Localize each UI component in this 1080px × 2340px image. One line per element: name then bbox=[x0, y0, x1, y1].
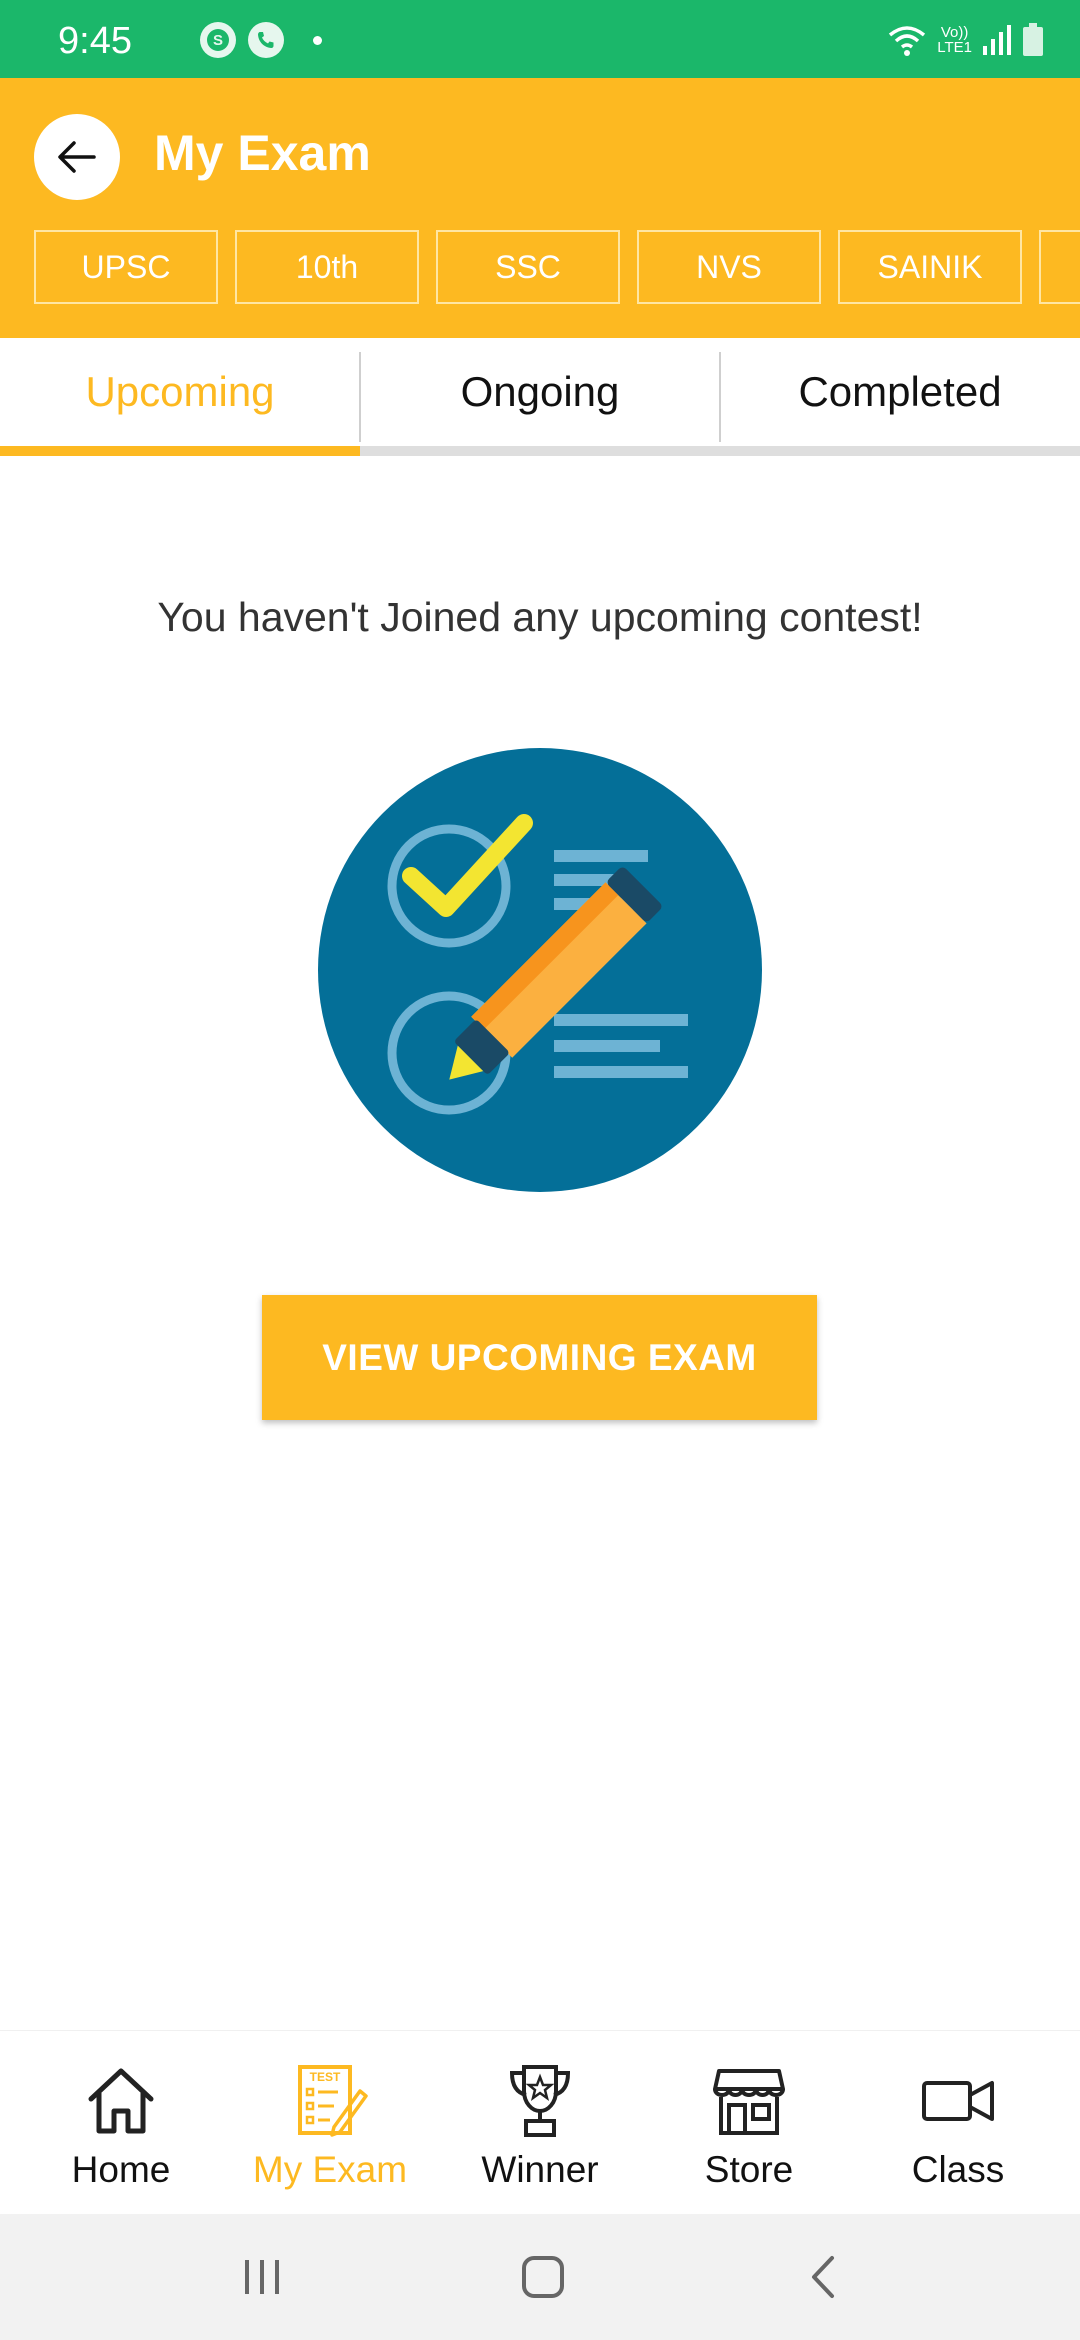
chip-10th[interactable]: 10th bbox=[235, 230, 419, 304]
nav-home-label: Home bbox=[71, 2149, 171, 2190]
nav-home[interactable]: Home bbox=[13, 2031, 229, 2215]
nav-my-exam[interactable]: TEST My Exam bbox=[222, 2031, 438, 2215]
chip-sainik[interactable]: SAINIK bbox=[838, 230, 1022, 304]
nav-my-exam-label: My Exam bbox=[252, 2149, 408, 2190]
bottom-nav: Home TEST My Exam Winner Store Class bbox=[0, 2030, 1080, 2214]
category-chips: UPSC 10th SSC NVS SAINIK bbox=[34, 230, 1080, 304]
home-icon bbox=[88, 2068, 154, 2134]
tab-upcoming[interactable]: Upcoming bbox=[0, 338, 360, 446]
phone-icon bbox=[248, 22, 284, 58]
chip-ssc[interactable]: SSC bbox=[436, 230, 620, 304]
nav-store[interactable]: Store bbox=[641, 2031, 857, 2215]
exam-tabs: Upcoming Ongoing Completed bbox=[0, 338, 1080, 456]
back-button[interactable] bbox=[34, 114, 120, 200]
battery-icon bbox=[1023, 23, 1043, 56]
svg-text:S: S bbox=[213, 32, 223, 49]
nav-class[interactable]: Class bbox=[850, 2031, 1066, 2215]
arrow-left-icon bbox=[58, 141, 96, 173]
signal-icon bbox=[983, 25, 1011, 55]
wifi-icon bbox=[889, 26, 926, 56]
status-time: 9:45 bbox=[58, 20, 132, 62]
nav-winner-label: Winner bbox=[481, 2149, 599, 2190]
chip-upsc[interactable]: UPSC bbox=[34, 230, 218, 304]
nav-winner[interactable]: Winner bbox=[432, 2031, 648, 2215]
skype-icon: S bbox=[200, 22, 236, 58]
exam-checklist-pencil-illustration bbox=[318, 748, 762, 1192]
nav-class-label: Class bbox=[911, 2149, 1005, 2190]
svg-text:TEST: TEST bbox=[310, 2070, 341, 2084]
chip-nvs[interactable]: NVS bbox=[637, 230, 821, 304]
trophy-icon bbox=[509, 2065, 571, 2137]
nav-store-label: Store bbox=[704, 2149, 794, 2190]
recents-icon[interactable] bbox=[229, 2244, 295, 2310]
status-bar: 9:45 S Vo)) LTE1 bbox=[0, 0, 1080, 78]
back-chevron-icon[interactable] bbox=[792, 2244, 858, 2310]
tab-completed[interactable]: Completed bbox=[720, 338, 1080, 446]
test-sheet-icon: TEST bbox=[298, 2065, 368, 2137]
app-bar: My Exam UPSC 10th SSC NVS SAINIK bbox=[0, 78, 1080, 338]
tab-indicator bbox=[0, 446, 360, 456]
page-title: My Exam bbox=[154, 125, 371, 181]
volte-icon: Vo)) LTE1 bbox=[937, 25, 972, 55]
view-upcoming-exam-button[interactable]: VIEW UPCOMING EXAM bbox=[262, 1295, 817, 1420]
tab-ongoing[interactable]: Ongoing bbox=[360, 338, 720, 446]
store-icon bbox=[713, 2069, 785, 2135]
volte-top-label: Vo)) bbox=[940, 24, 969, 41]
empty-state-message: You haven't Joined any upcoming contest! bbox=[157, 594, 923, 640]
video-camera-icon bbox=[922, 2081, 994, 2121]
notification-dot bbox=[313, 36, 322, 45]
volte-bottom-label: LTE1 bbox=[937, 39, 972, 56]
system-nav-bar bbox=[0, 2214, 1080, 2340]
chip-partial[interactable] bbox=[1039, 230, 1080, 304]
home-button-icon[interactable] bbox=[510, 2244, 576, 2310]
status-icons: Vo)) LTE1 bbox=[887, 20, 1044, 60]
